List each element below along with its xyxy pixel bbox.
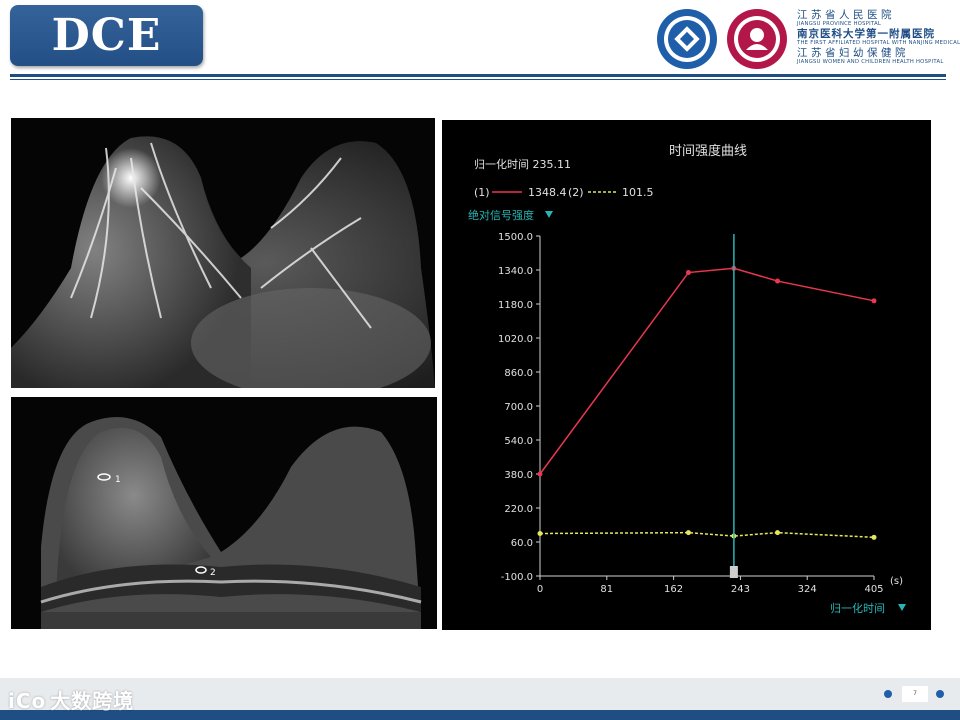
y-tick-label: 220.0 <box>504 504 533 515</box>
hospital-name-2-cn: 南京医科大学第一附属医院 <box>797 28 935 40</box>
x-tick-label: 405 <box>864 584 883 595</box>
legend-marker-1: (1) <box>474 186 490 199</box>
slide-title-box: DCE <box>10 5 203 66</box>
series-2-point <box>775 530 781 536</box>
header-divider <box>10 74 946 77</box>
slide-title: DCE <box>51 10 162 61</box>
page-number: 7 <box>902 686 928 702</box>
y-axis-title: 绝对信号强度 <box>468 208 534 222</box>
hospital-name-1-cn: 江苏省人民医院 <box>797 9 895 21</box>
jiangsu-hospital-logo-icon <box>657 9 717 69</box>
norm-time-label: 归一化时间 235.11 <box>474 157 571 171</box>
series-1-point <box>775 278 781 284</box>
watermark-logo: iCo <box>8 689 47 713</box>
series-2-point <box>685 530 691 536</box>
roi-label-1: 1 <box>115 475 121 485</box>
chart-canvas: 时间强度曲线 归一化时间 235.11 (1) 1348.4 (2) 101.5… <box>468 143 906 615</box>
series-1-point <box>871 298 877 304</box>
x-tick-label: 162 <box>664 584 683 595</box>
series-1-point <box>685 270 691 276</box>
prev-slide-dot[interactable] <box>884 690 892 698</box>
x-tick-label: 324 <box>798 584 817 595</box>
women-children-hospital-logo-icon <box>727 9 787 69</box>
y-tick-label: 380.0 <box>504 470 533 481</box>
hospital-names: 江苏省人民医院 JIANGSU PROVINCE HOSPITAL 南京医科大学… <box>797 9 960 66</box>
series-line-2 <box>539 531 875 539</box>
hospital-name-3-en: JIANGSU WOMEN AND CHILDREN HEALTH HOSPIT… <box>797 59 944 65</box>
y-tick-label: 1180.0 <box>498 300 533 311</box>
legend-value-1: 1348.4 <box>528 186 567 199</box>
mip-breast-image <box>11 118 435 388</box>
hospital-name-1-en: JIANGSU PROVINCE HOSPITAL <box>797 21 882 27</box>
x-axis-title: 归一化时间 <box>830 601 885 615</box>
x-tick-label: 81 <box>600 584 613 595</box>
series-1-point <box>537 471 543 477</box>
time-intensity-chart: 时间强度曲线 归一化时间 235.11 (1) 1348.4 (2) 101.5… <box>442 120 931 630</box>
watermark: iCo 大数跨境 <box>8 685 134 714</box>
hospital-name-2-en: THE FIRST AFFILIATED HOSPITAL WITH NANJI… <box>797 40 960 46</box>
series-line-1 <box>539 267 875 475</box>
legend-value-2: 101.5 <box>622 186 654 199</box>
y-tick-label: 1340.0 <box>498 266 533 277</box>
y-tick-label: 1500.0 <box>498 232 533 243</box>
y-tick-label: 540.0 <box>504 436 533 447</box>
time-cursor-handle <box>729 566 738 578</box>
y-tick-label: 60.0 <box>511 538 533 549</box>
series-2-point <box>537 531 543 536</box>
next-slide-dot[interactable] <box>936 690 944 698</box>
y-tick-label: -100.0 <box>501 572 533 583</box>
y-tick-label: 1020.0 <box>498 334 533 345</box>
x-tick-label: 243 <box>731 584 750 595</box>
y-axis-dropdown-icon[interactable] <box>545 211 553 218</box>
y-tick-label: 860.0 <box>504 368 533 379</box>
series-2-point <box>871 534 877 540</box>
x-tick-label: 0 <box>537 584 543 595</box>
roi-label-2: 2 <box>210 568 216 578</box>
hospital-name-3-cn: 江苏省妇幼保健院 <box>797 47 909 59</box>
x-axis-dropdown-icon[interactable] <box>898 604 906 611</box>
x-axis-unit: (s) <box>890 576 903 587</box>
axial-breast-image: 1 2 <box>11 397 437 629</box>
footer-bar <box>0 678 960 710</box>
chart-title: 时间强度曲线 <box>669 143 747 159</box>
legend-marker-2: (2) <box>568 186 584 199</box>
y-tick-label: 700.0 <box>504 402 533 413</box>
watermark-text: 大数跨境 <box>50 689 135 713</box>
header-divider-thin <box>10 79 946 80</box>
footer-stripe <box>0 710 960 720</box>
